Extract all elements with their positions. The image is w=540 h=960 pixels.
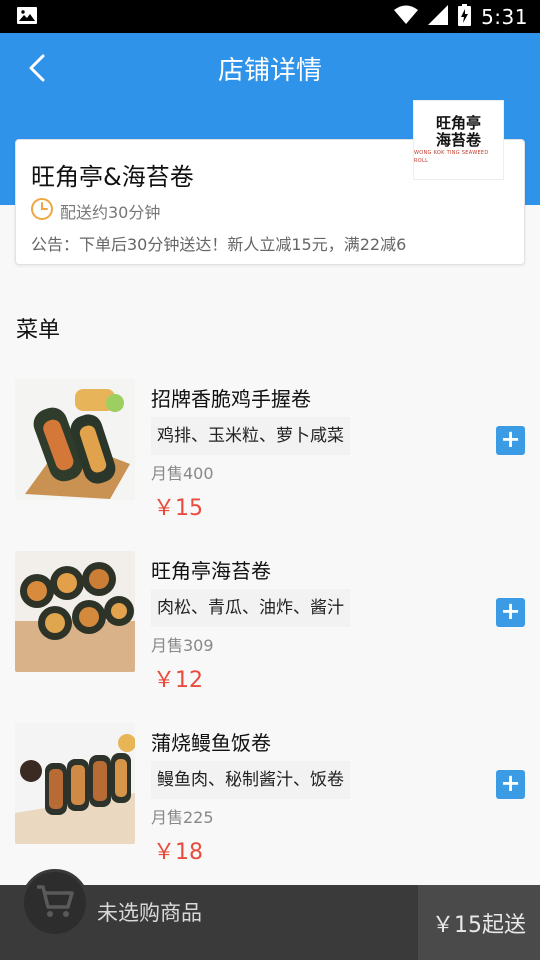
cart-status: 未选购商品: [97, 901, 202, 925]
dish-image: [15, 379, 135, 500]
dish-name: 旺角亭海苔卷: [151, 559, 271, 583]
add-to-cart-button[interactable]: +: [496, 426, 525, 455]
dish-name: 蒲烧鳗鱼饭卷: [151, 731, 271, 755]
cart-bar: 未选购商品 ￥15起送: [0, 869, 540, 960]
dish-price: ￥15: [153, 496, 203, 521]
plus-icon: +: [500, 769, 521, 797]
cart-icon: [35, 883, 75, 923]
plus-icon: +: [500, 597, 521, 625]
dish-price: ￥12: [153, 668, 203, 693]
dish-monthly-sales: 月售400: [151, 464, 214, 483]
dish-monthly-sales: 月售309: [151, 636, 214, 655]
signal-icon: [428, 4, 449, 29]
shop-notice: 公告：下单后30分钟送达！新人立减15元，满22减6: [31, 235, 407, 254]
delivery-time: 配送约30分钟: [60, 203, 161, 222]
status-time: 5:31: [481, 4, 528, 29]
wifi-icon: [394, 5, 419, 29]
menu-heading: 菜单: [16, 318, 61, 343]
dish-image: [15, 723, 135, 844]
cart-button[interactable]: [21, 869, 89, 937]
shop-logo: 旺角亭 海苔卷 WONG KOK TING SEAWEED ROLL: [413, 100, 504, 180]
dish-image: [15, 551, 135, 672]
status-icons: 5:31: [394, 0, 528, 33]
logo-text-line1: 旺角亭: [435, 114, 481, 132]
dish-ingredients: 肉松、青瓜、油炸、酱汁: [151, 589, 350, 627]
dish-name: 招牌香脆鸡手握卷: [151, 387, 311, 411]
image-icon: [17, 7, 37, 24]
battery-icon: [458, 3, 472, 30]
logo-subtext: WONG KOK TING SEAWEED ROLL: [414, 150, 489, 164]
menu-item[interactable]: 旺角亭海苔卷 肉松、青瓜、油炸、酱汁 月售309 ￥12 +: [0, 551, 540, 693]
page-title: 店铺详情: [217, 56, 322, 86]
add-to-cart-button[interactable]: +: [496, 770, 525, 799]
delivery-info: 配送约30分钟: [30, 197, 160, 225]
logo-text-line2: 海苔卷: [435, 131, 481, 149]
clock-icon: [30, 197, 54, 225]
menu-item[interactable]: 蒲烧鳗鱼饭卷 鳗鱼肉、秘制酱汁、饭卷 月售225 ￥18 +: [0, 723, 540, 865]
add-to-cart-button[interactable]: +: [496, 598, 525, 627]
min-order-button[interactable]: ￥15起送: [418, 885, 540, 960]
dish-ingredients: 鸡排、玉米粒、萝卜咸菜: [151, 417, 350, 455]
dish-price: ￥18: [153, 840, 203, 865]
dish-ingredients: 鳗鱼肉、秘制酱汁、饭卷: [151, 761, 350, 799]
dish-monthly-sales: 月售225: [151, 808, 214, 827]
shop-name: 旺角亭&海苔卷: [31, 163, 194, 191]
plus-icon: +: [500, 425, 521, 453]
status-bar: 5:31: [0, 0, 540, 33]
menu-item[interactable]: 招牌香脆鸡手握卷 鸡排、玉米粒、萝卜咸菜 月售400 ￥15 +: [0, 379, 540, 521]
